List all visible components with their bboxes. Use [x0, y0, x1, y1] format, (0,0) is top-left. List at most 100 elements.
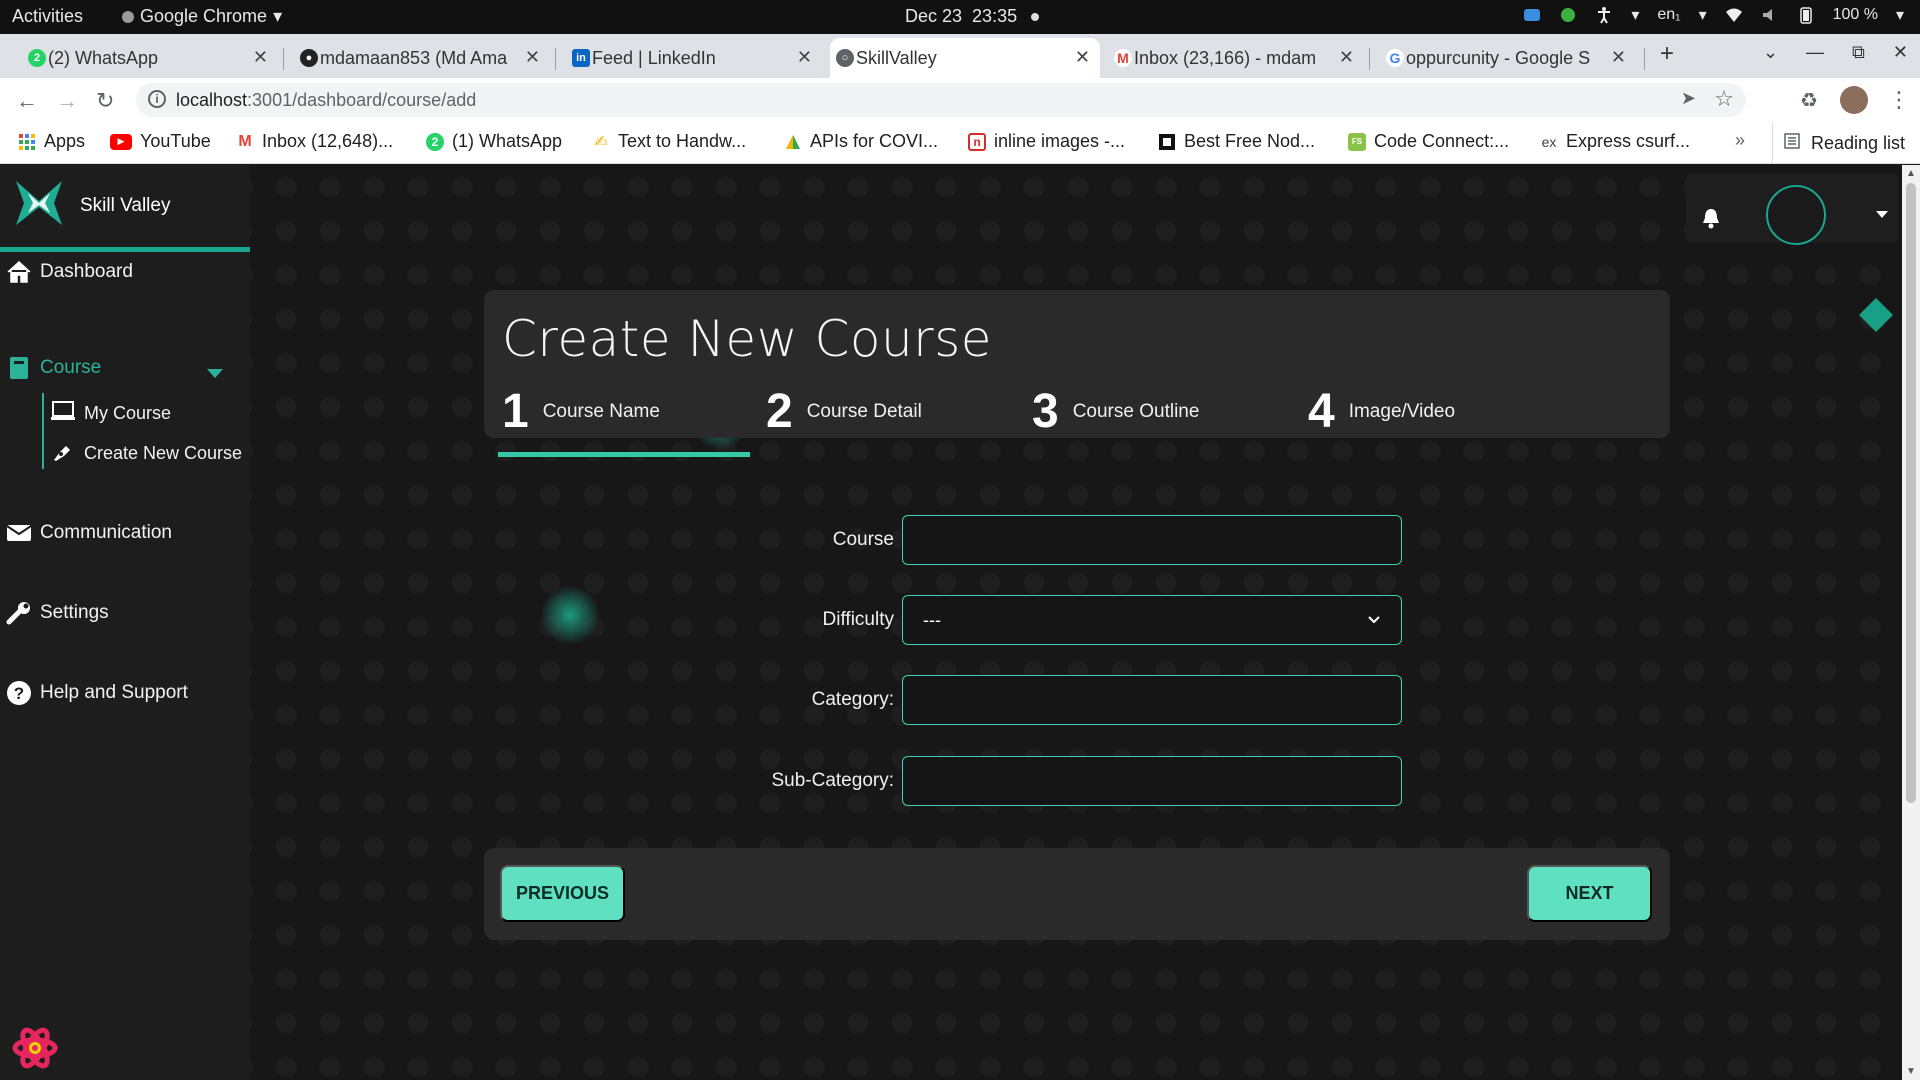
page-scrollbar[interactable]: ▲ ▼: [1902, 165, 1920, 1080]
sidebar-item-communication[interactable]: Communication: [6, 520, 172, 546]
more-bookmarks-icon[interactable]: »: [1735, 130, 1745, 151]
subcategory-input[interactable]: [902, 756, 1402, 806]
close-icon[interactable]: ✕: [1611, 47, 1626, 68]
brand[interactable]: Skill Valley: [0, 165, 250, 252]
browser-toolbar: ← → ↻ i localhost:3001/dashboard/course/…: [0, 78, 1920, 122]
sidebar-item-create-course[interactable]: Create New Course: [50, 440, 242, 467]
forward-icon[interactable]: →: [56, 88, 78, 114]
decorative-diamond-icon: [1859, 298, 1893, 332]
close-icon[interactable]: ✕: [1075, 47, 1090, 68]
tab-skillvalley[interactable]: ○ SkillValley ✕: [830, 38, 1100, 78]
course-field-row: Course: [680, 515, 1402, 565]
bookmark-whatsapp[interactable]: 2 (1) WhatsApp: [426, 131, 562, 152]
bookmark-label: Text to Handw...: [618, 131, 747, 151]
node-icon: [1158, 133, 1176, 151]
close-window-icon[interactable]: ✕: [1893, 42, 1908, 63]
bookmark-youtube[interactable]: ▶ YouTube: [110, 131, 211, 152]
wizard-step-2[interactable]: 2 Course Detail: [766, 388, 922, 436]
previous-button[interactable]: PREVIOUS: [500, 865, 625, 922]
tab-separator: [1644, 48, 1645, 70]
url-host: localhost: [176, 89, 248, 110]
close-icon[interactable]: ✕: [253, 47, 268, 68]
tab-github[interactable]: ● mdamaan853 (Md Ama ✕: [294, 38, 550, 78]
scroll-down-icon[interactable]: ▼: [1906, 1066, 1916, 1077]
sidebar-item-dashboard[interactable]: Dashboard: [6, 259, 133, 285]
tab-linkedin[interactable]: in Feed | LinkedIn ✕: [566, 38, 822, 78]
react-devtools-icon[interactable]: [12, 1025, 58, 1071]
step-number: 1: [502, 385, 529, 438]
gmail-icon: M: [1114, 49, 1132, 67]
extensions-puzzle-icon[interactable]: ♻: [1800, 88, 1818, 113]
code-connect-icon: FS: [1348, 132, 1366, 151]
reload-icon[interactable]: ↻: [96, 88, 114, 114]
restore-icon[interactable]: ⧉: [1852, 42, 1865, 63]
chevron-down-icon[interactable]: [1876, 211, 1888, 218]
bookmark-inline-images[interactable]: n inline images -...: [968, 131, 1125, 152]
minimize-icon[interactable]: —: [1806, 42, 1824, 63]
address-bar[interactable]: i localhost:3001/dashboard/course/add ➤ …: [136, 83, 1746, 117]
tab-google[interactable]: G oppurcunity - Google S ✕: [1380, 38, 1636, 78]
bookmark-inbox[interactable]: M Inbox (12,648)...: [236, 131, 393, 152]
system-tray[interactable]: ▾ en₁ ▾ 100 % ▾: [1523, 5, 1904, 25]
category-field-row: Category:: [680, 675, 1402, 725]
scroll-up-icon[interactable]: ▲: [1906, 168, 1916, 179]
send-to-device-icon[interactable]: ➤: [1681, 88, 1696, 109]
tab-gmail[interactable]: M Inbox (23,166) - mdam ✕: [1108, 38, 1364, 78]
os-top-bar: Activities Google Chrome ▾ Dec 23 23:35 …: [0, 0, 1920, 34]
sidebar-item-my-course[interactable]: My Course: [50, 400, 171, 427]
close-icon[interactable]: ✕: [1339, 47, 1354, 68]
laptop-icon: [50, 400, 76, 427]
bookmark-code-connect[interactable]: FS Code Connect:...: [1348, 131, 1509, 152]
back-icon[interactable]: ←: [16, 88, 38, 114]
bookmark-label: (1) WhatsApp: [452, 131, 563, 151]
category-input[interactable]: [902, 675, 1402, 725]
profile-avatar[interactable]: [1840, 86, 1868, 114]
bookmark-best-free-node[interactable]: Best Free Nod...: [1158, 131, 1315, 152]
wizard-step-1[interactable]: 1 Course Name: [502, 388, 660, 436]
tab-separator: [1369, 48, 1370, 70]
activities-button[interactable]: Activities: [12, 6, 83, 27]
close-icon[interactable]: ✕: [797, 47, 812, 68]
bookmark-star-icon[interactable]: ☆: [1714, 86, 1734, 112]
sidebar-item-help[interactable]: ? Help and Support: [6, 680, 188, 706]
new-tab-button[interactable]: +: [1660, 40, 1674, 68]
tab-search-icon[interactable]: ⌄: [1763, 42, 1778, 63]
bookmark-text-to-handwriting[interactable]: ✍ Text to Handw...: [592, 131, 746, 152]
reading-list[interactable]: Reading list: [1772, 122, 1905, 164]
course-input[interactable]: [902, 515, 1402, 565]
app-menu[interactable]: Google Chrome ▾: [122, 6, 282, 27]
bookmark-label: APIs for COVI...: [810, 131, 939, 151]
bookmark-express-csurf[interactable]: ex Express csurf...: [1540, 131, 1690, 152]
reading-list-icon: [1783, 132, 1801, 155]
caret-down-icon: ▾: [1631, 7, 1640, 24]
bookmark-apis-covid[interactable]: APIs for COVI...: [784, 131, 938, 152]
caret-down-icon: ▾: [1698, 7, 1707, 24]
difficulty-select[interactable]: ---: [902, 595, 1402, 645]
linkedin-icon: in: [572, 49, 590, 67]
tab-whatsapp[interactable]: 2 (2) WhatsApp ✕: [22, 38, 278, 78]
wizard-step-4[interactable]: 4 Image/Video: [1308, 388, 1455, 436]
sidebar-item-settings[interactable]: Settings: [6, 600, 109, 626]
bookmark-apps[interactable]: Apps: [18, 131, 85, 152]
sidebar-item-course[interactable]: Course: [6, 355, 101, 381]
scrollbar-thumb[interactable]: [1906, 183, 1916, 803]
youtube-icon: ▶: [110, 133, 132, 150]
bell-icon[interactable]: [1701, 207, 1721, 234]
chrome-menu-icon[interactable]: ⋮: [1888, 87, 1910, 113]
next-button[interactable]: NEXT: [1527, 865, 1652, 922]
recording-dot-icon: [1031, 12, 1040, 21]
question-circle-icon: ?: [6, 680, 32, 706]
bookmark-label: Code Connect:...: [1374, 131, 1510, 151]
chevron-down-icon[interactable]: [207, 369, 223, 378]
accessibility-icon: [1595, 6, 1613, 24]
submenu-line: [42, 393, 44, 469]
site-info-icon[interactable]: i: [148, 90, 166, 108]
bookmark-label: inline images -...: [994, 131, 1126, 151]
wizard-step-3[interactable]: 3 Course Outline: [1032, 388, 1199, 436]
tab-strip: 2 (2) WhatsApp ✕ ● mdamaan853 (Md Ama ✕ …: [0, 34, 1920, 78]
whatsapp-icon: 2: [426, 132, 444, 151]
clock[interactable]: Dec 23 23:35: [905, 6, 1040, 27]
step-label: Course Name: [542, 401, 660, 422]
avatar[interactable]: [1766, 185, 1826, 245]
close-icon[interactable]: ✕: [525, 47, 540, 68]
